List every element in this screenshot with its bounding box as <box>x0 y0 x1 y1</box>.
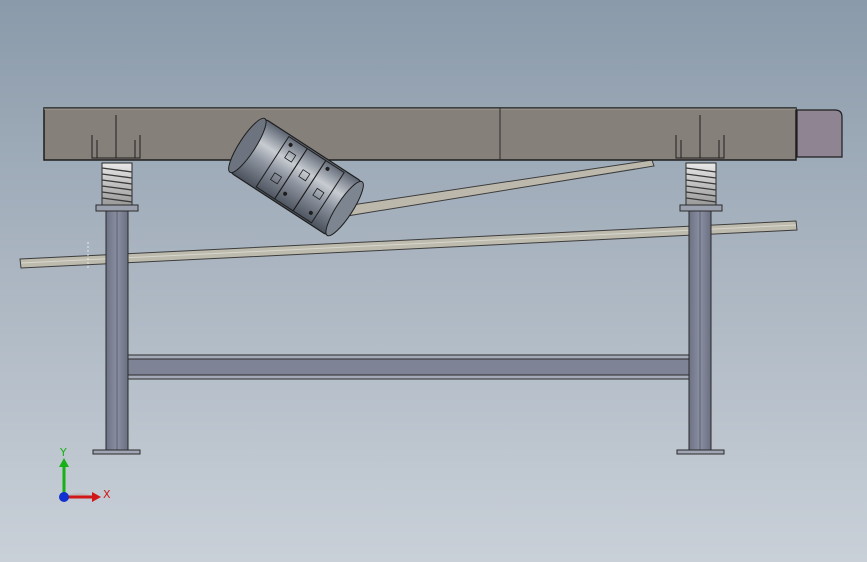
left-spring-seat <box>95 204 139 212</box>
cross-beam <box>127 354 690 380</box>
z-axis-icon <box>59 492 69 502</box>
y-axis-label: Y <box>59 446 67 459</box>
x-axis-arrow-icon <box>92 492 101 502</box>
trough-end-cap <box>796 109 843 158</box>
inclined-rod-lower <box>19 220 798 269</box>
right-spring-seat <box>679 204 723 212</box>
x-axis-label: X <box>103 488 111 501</box>
feeder-model[interactable]: Y X <box>0 0 867 562</box>
left-leg <box>92 209 141 455</box>
y-axis-arrow-icon <box>59 458 69 467</box>
left-spring <box>101 162 133 206</box>
right-leg <box>676 209 725 455</box>
feeder-trough[interactable] <box>43 107 797 161</box>
motor-strut <box>344 159 655 217</box>
cad-viewport[interactable]: Y X <box>0 0 867 562</box>
right-spring <box>685 162 717 206</box>
